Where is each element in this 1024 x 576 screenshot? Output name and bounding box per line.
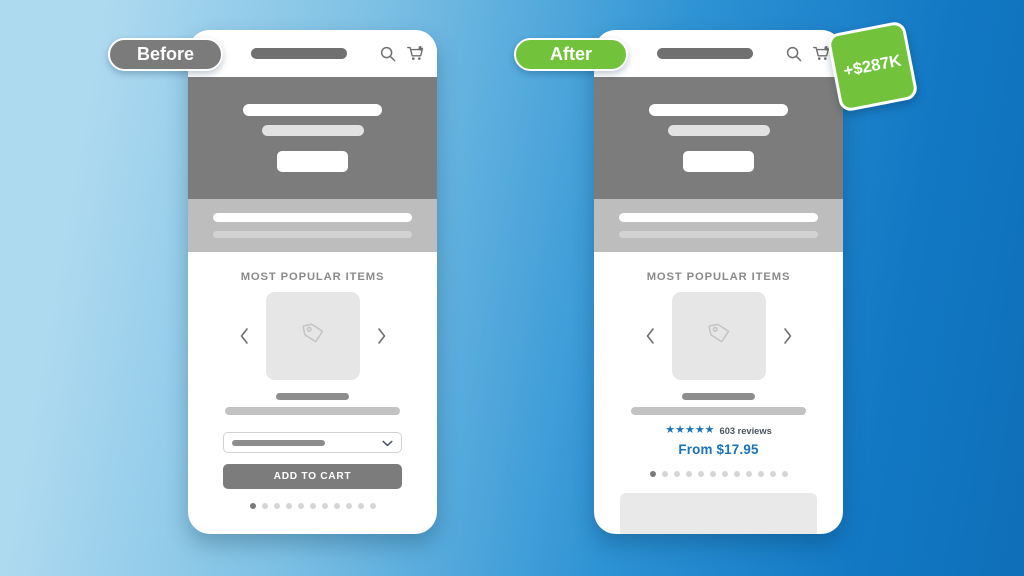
carousel-dot[interactable] xyxy=(357,503,364,509)
before-appbar-icons: 0 xyxy=(380,44,424,62)
hero-cta-placeholder[interactable] xyxy=(683,151,754,172)
logo-placeholder[interactable] xyxy=(657,48,753,59)
chevron-right-icon[interactable] xyxy=(779,324,796,349)
price-tag-icon xyxy=(706,321,732,352)
hero-headline-placeholder xyxy=(243,104,382,116)
product-rating: ★★★★★ 603 reviews xyxy=(594,425,843,436)
hero-cta-placeholder[interactable] xyxy=(277,151,348,172)
carousel-dot[interactable] xyxy=(685,471,692,477)
carousel-dot[interactable] xyxy=(285,503,292,509)
cart-count-badge: 0 xyxy=(420,44,424,49)
before-subband xyxy=(188,199,437,252)
after-hero-banner xyxy=(594,77,843,199)
add-to-cart-button[interactable]: ADD TO CART xyxy=(223,464,402,489)
hero-subhead-placeholder xyxy=(667,125,770,136)
product-title-placeholder xyxy=(682,393,755,400)
cart-icon[interactable]: 0 xyxy=(407,44,424,62)
after-section-title: MOST POPULAR ITEMS xyxy=(646,271,791,283)
product-desc-placeholder xyxy=(225,407,400,415)
after-product-image-placeholder[interactable] xyxy=(671,292,766,380)
after-phone-mockup: 0 MOST POPULAR ITEMS xyxy=(594,30,843,534)
after-subband xyxy=(594,199,843,252)
before-section-title: MOST POPULAR ITEMS xyxy=(240,271,385,283)
after-appbar-icons: 0 xyxy=(786,44,830,62)
before-app-bar: 0 xyxy=(188,30,437,77)
before-label-badge: Before xyxy=(108,38,223,71)
carousel-dot[interactable] xyxy=(781,471,788,477)
carousel-dot[interactable] xyxy=(309,503,316,509)
carousel-dot[interactable] xyxy=(733,471,740,477)
star-rating-icon: ★★★★★ xyxy=(665,424,715,436)
carousel-dot[interactable] xyxy=(697,471,704,477)
carousel-dot[interactable] xyxy=(769,471,776,477)
logo-placeholder[interactable] xyxy=(251,48,347,59)
product-title-placeholder xyxy=(276,393,349,400)
carousel-dot[interactable] xyxy=(321,503,328,509)
before-carousel-dots[interactable] xyxy=(188,503,437,509)
before-hero-banner xyxy=(188,77,437,199)
after-product-carousel xyxy=(594,292,843,380)
variant-select-value-placeholder xyxy=(232,439,325,446)
before-product-carousel xyxy=(188,292,437,380)
carousel-dot[interactable] xyxy=(745,471,752,477)
hero-subhead-placeholder xyxy=(261,125,364,136)
variant-select[interactable] xyxy=(223,432,402,453)
carousel-dot[interactable] xyxy=(297,503,304,509)
before-phone-mockup: 0 MOST POPULAR ITEMS ADD TO CART xyxy=(188,30,437,534)
after-app-bar: 0 xyxy=(594,30,843,77)
hero-headline-placeholder xyxy=(649,104,788,116)
subband-line-1 xyxy=(619,213,818,222)
before-product-meta xyxy=(188,393,437,415)
product-price: From $17.95 xyxy=(678,442,759,457)
after-label-badge: After xyxy=(514,38,628,71)
chevron-right-icon[interactable] xyxy=(373,324,390,349)
after-carousel-dots[interactable] xyxy=(594,471,843,477)
carousel-dot[interactable] xyxy=(661,471,668,477)
subband-line-2 xyxy=(213,231,412,238)
comparison-stage: 0 MOST POPULAR ITEMS ADD TO CART MOST PO… xyxy=(0,0,1024,576)
review-count-label[interactable]: 603 reviews xyxy=(720,426,772,436)
chevron-left-icon[interactable] xyxy=(236,324,253,349)
carousel-dot[interactable] xyxy=(721,471,728,477)
search-icon[interactable] xyxy=(380,46,396,62)
search-icon[interactable] xyxy=(786,46,802,62)
before-product-image-placeholder[interactable] xyxy=(265,292,360,380)
price-tag-icon xyxy=(300,321,326,352)
chevron-down-icon xyxy=(382,434,393,452)
carousel-dot[interactable] xyxy=(673,471,680,477)
product-desc-placeholder xyxy=(631,407,806,415)
subband-line-2 xyxy=(619,231,818,238)
carousel-dot[interactable] xyxy=(649,471,656,477)
carousel-dot[interactable] xyxy=(345,503,352,509)
after-bottom-content-block xyxy=(620,493,817,534)
after-product-meta xyxy=(594,393,843,415)
revenue-gain-badge: +$287K xyxy=(826,20,919,113)
carousel-dot[interactable] xyxy=(369,503,376,509)
carousel-dot[interactable] xyxy=(709,471,716,477)
chevron-left-icon[interactable] xyxy=(642,324,659,349)
carousel-dot[interactable] xyxy=(333,503,340,509)
carousel-dot[interactable] xyxy=(249,503,256,509)
cart-icon[interactable]: 0 xyxy=(813,44,830,62)
carousel-dot[interactable] xyxy=(261,503,268,509)
carousel-dot[interactable] xyxy=(757,471,764,477)
carousel-dot[interactable] xyxy=(273,503,280,509)
subband-line-1 xyxy=(213,213,412,222)
